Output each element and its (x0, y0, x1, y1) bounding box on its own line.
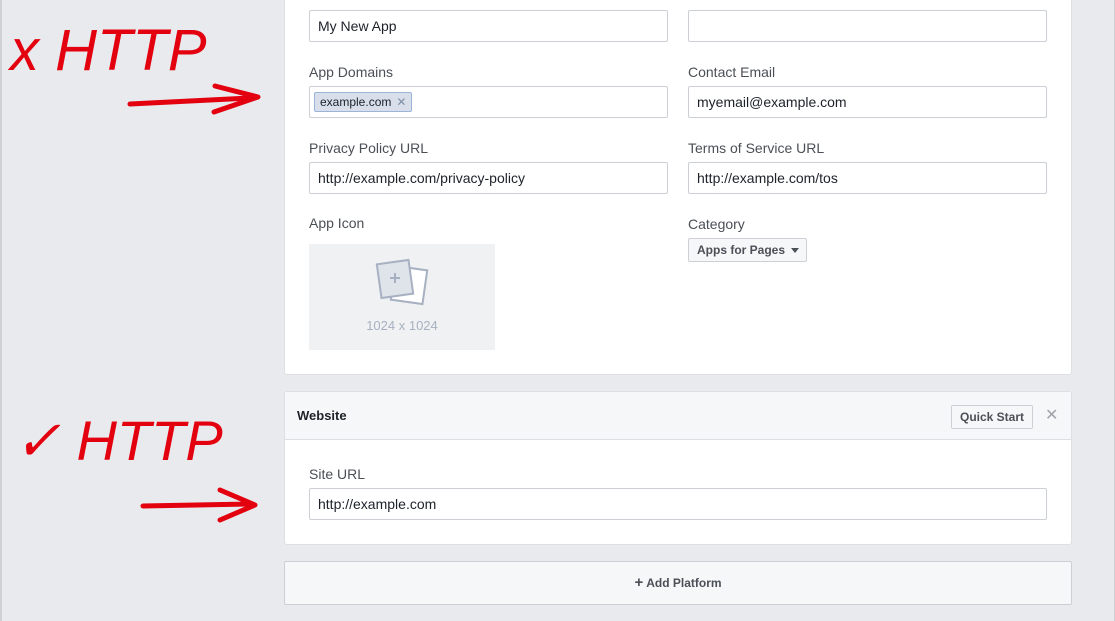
remove-tag-icon[interactable]: ✕ (396, 95, 406, 109)
namespace-field[interactable] (688, 10, 1047, 42)
bad-mark-text: x HTTP (7, 18, 207, 83)
display-name-field[interactable]: My New App (309, 10, 668, 42)
app-icon-uploader[interactable]: 1024 x 1024 (309, 244, 495, 350)
app-domain-tag-label: example.com (320, 95, 392, 109)
category-label: Category (688, 216, 745, 232)
privacy-policy-field[interactable]: http://example.com/privacy-policy (309, 162, 668, 194)
website-platform-card: Website Quick Start ✕ (284, 391, 1072, 545)
left-border (0, 0, 2, 621)
terms-of-service-field[interactable]: http://example.com/tos (688, 162, 1047, 194)
category-value: Apps for Pages (697, 243, 786, 257)
app-domains-field[interactable]: example.com ✕ (309, 86, 668, 118)
caret-down-icon (791, 247, 800, 253)
close-icon[interactable]: ✕ (1045, 406, 1058, 426)
contact-email-field[interactable]: myemail@example.com (688, 86, 1047, 118)
contact-email-label: Contact Email (688, 64, 776, 80)
platform-header: Website Quick Start ✕ (285, 392, 1071, 440)
add-platform-button[interactable]: + Add Platform (284, 561, 1072, 605)
site-url-field[interactable]: http://example.com (309, 488, 1047, 520)
good-mark-text: ✓ HTTP (14, 409, 223, 472)
arrow-icon (127, 83, 261, 115)
privacy-policy-label: Privacy Policy URL (309, 140, 429, 156)
site-url-label: Site URL (309, 466, 366, 482)
app-icon-size: 1024 x 1024 (366, 318, 438, 333)
arrow-icon (140, 487, 258, 523)
plus-icon: + (634, 574, 644, 591)
quick-start-button[interactable]: Quick Start (951, 405, 1033, 429)
category-dropdown[interactable]: Apps for Pages (688, 238, 807, 262)
app-icon-label: App Icon (309, 215, 365, 231)
terms-of-service-label: Terms of Service URL (688, 140, 825, 156)
app-domain-tag: example.com ✕ (314, 92, 413, 112)
add-platform-label: Add Platform (646, 576, 722, 590)
platform-title: Website (297, 408, 347, 423)
image-placeholder-icon (375, 258, 429, 306)
app-domains-label: App Domains (309, 64, 394, 80)
